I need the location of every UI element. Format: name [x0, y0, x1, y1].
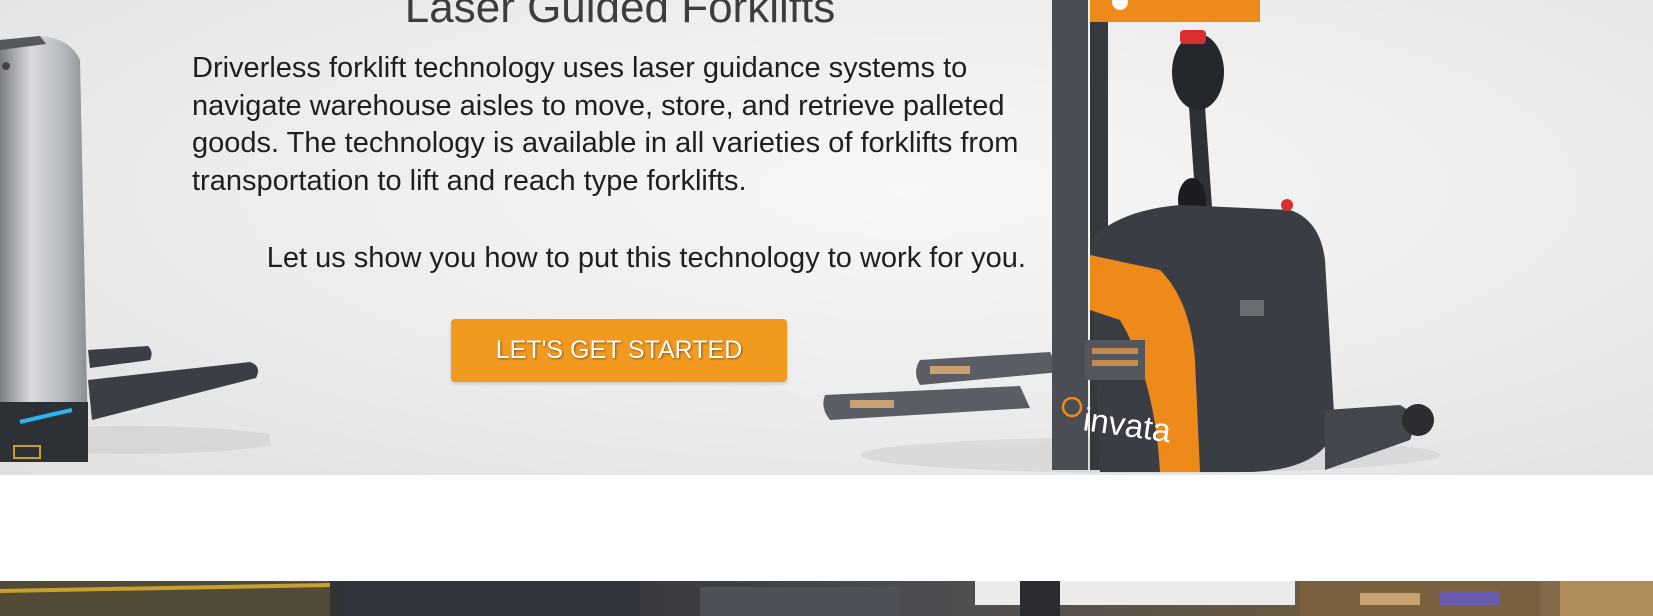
section-spacer — [0, 475, 1653, 581]
hero-cta-text: Let us show you how to put this technolo… — [266, 242, 1026, 274]
warehouse-photo-strip — [0, 581, 1653, 616]
get-started-button[interactable]: LET'S GET STARTED — [451, 319, 787, 382]
page-title: Laser Guided Forklifts — [404, 0, 836, 32]
hero-section: invata Laser Guided Forklifts Driverless… — [0, 0, 1653, 475]
hero-description: Driverless forklift technology uses lase… — [192, 52, 1019, 197]
